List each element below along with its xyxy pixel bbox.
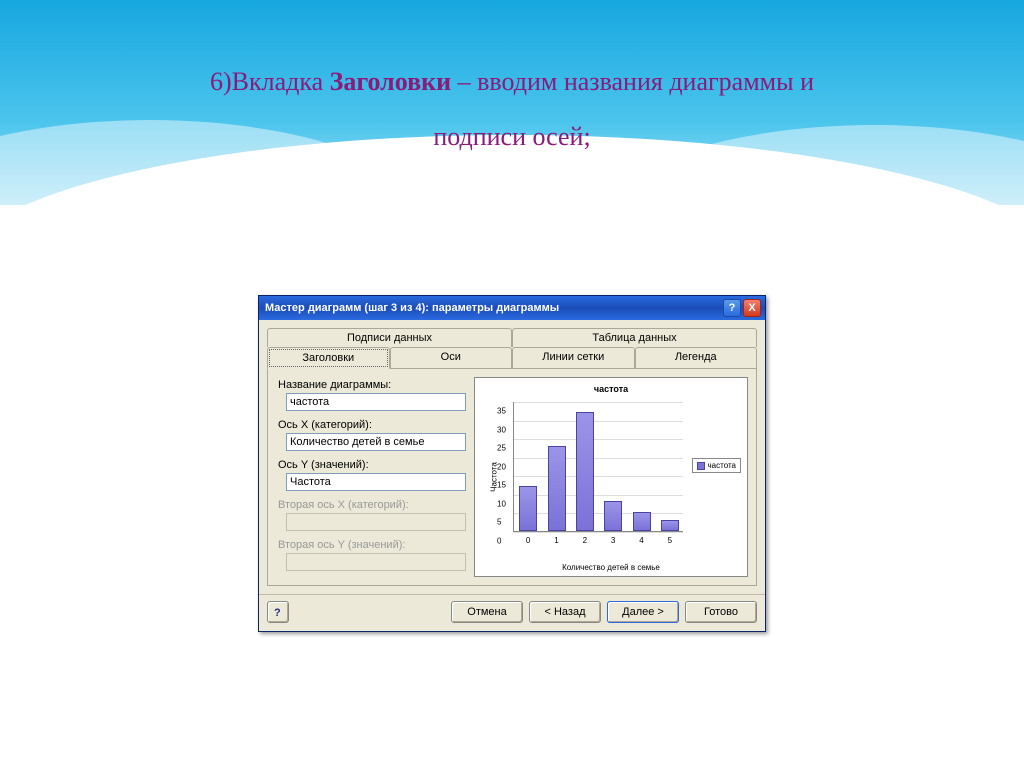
tab-panel: Название диаграммы: Ось X (категорий): О…: [267, 369, 757, 586]
chart-bar: [576, 412, 594, 531]
tab-axes[interactable]: Оси: [390, 347, 513, 369]
y-tick-label: 0: [497, 537, 501, 546]
tab-gridlines[interactable]: Линии сетки: [512, 347, 635, 369]
slide-title: 6)Вкладка Заголовки – вводим названия ди…: [0, 55, 1024, 164]
y-tick-label: 5: [497, 518, 501, 527]
x-tick-label: 2: [583, 536, 587, 545]
x-tick-label: 4: [639, 536, 643, 545]
chart-bar: [604, 501, 622, 531]
y2-axis-label: Вторая ось Y (значений):: [278, 539, 466, 551]
chart-bar: [519, 486, 537, 531]
back-button[interactable]: < Назад: [529, 601, 601, 623]
y-tick-label: 35: [497, 407, 506, 416]
chart-plot-area: 012345: [513, 402, 683, 532]
chart-title-label: Название диаграммы:: [278, 379, 466, 391]
x-axis-input[interactable]: [286, 433, 466, 451]
chart-x-label: Количество детей в семье: [475, 563, 747, 572]
y-tick-label: 30: [497, 425, 506, 434]
titlebar-close-button[interactable]: X: [743, 299, 761, 317]
x-tick-label: 3: [611, 536, 615, 545]
finish-button[interactable]: Готово: [685, 601, 757, 623]
cancel-button[interactable]: Отмена: [451, 601, 523, 623]
y2-axis-input: [286, 553, 466, 571]
legend-label: частота: [708, 461, 737, 470]
slide-title-prefix: 6)Вкладка: [210, 67, 330, 96]
dialog-title: Мастер диаграмм (шаг 3 из 4): параметры …: [265, 302, 559, 314]
next-button[interactable]: Далее >: [607, 601, 679, 623]
x-tick-label: 5: [668, 536, 672, 545]
gridline: [514, 476, 683, 477]
button-bar: ? Отмена < Назад Далее > Готово: [259, 594, 765, 631]
y-tick-label: 20: [497, 462, 506, 471]
slide-title-suffix: – вводим названия диаграммы и: [451, 67, 814, 96]
chart-preview: частота Частота 012345 частота Количеств…: [474, 377, 748, 577]
y-tick-label: 10: [497, 499, 506, 508]
gridline: [514, 439, 683, 440]
chart-bar: [548, 446, 566, 531]
tab-data-table[interactable]: Таблица данных: [512, 328, 757, 347]
tab-legend[interactable]: Легенда: [635, 347, 758, 369]
x-tick-label: 0: [526, 536, 530, 545]
y-tick-label: 25: [497, 444, 506, 453]
x-tick-label: 1: [554, 536, 558, 545]
chart-bar: [633, 512, 651, 531]
slide-title-line2: подписи осей;: [433, 122, 590, 151]
gridline: [514, 513, 683, 514]
y-tick-label: 15: [497, 481, 506, 490]
x2-axis-input: [286, 513, 466, 531]
x-axis-label: Ось X (категорий):: [278, 419, 466, 431]
svg-text:?: ?: [274, 607, 281, 619]
help-icon: ?: [271, 605, 285, 619]
chart-title-input[interactable]: [286, 393, 466, 411]
form-column: Название диаграммы: Ось X (категорий): О…: [276, 377, 466, 577]
x2-axis-label: Вторая ось X (категорий):: [278, 499, 466, 511]
slide-title-bold: Заголовки: [330, 67, 451, 96]
gridline: [514, 532, 683, 533]
titlebar-help-button[interactable]: ?: [723, 299, 741, 317]
gridline: [514, 402, 683, 403]
help-button[interactable]: ?: [267, 601, 289, 623]
tab-data-labels[interactable]: Подписи данных: [267, 328, 512, 347]
y-axis-input[interactable]: [286, 473, 466, 491]
chart-legend: частота: [692, 458, 742, 473]
gridline: [514, 458, 683, 459]
y-axis-label: Ось Y (значений):: [278, 459, 466, 471]
gridline: [514, 421, 683, 422]
chart-wizard-dialog: Мастер диаграмм (шаг 3 из 4): параметры …: [258, 295, 766, 632]
tab-titles[interactable]: Заголовки: [267, 347, 390, 369]
chart-preview-title: частота: [479, 384, 743, 394]
chart-bar: [661, 520, 679, 531]
gridline: [514, 495, 683, 496]
legend-swatch: [697, 462, 705, 470]
titlebar[interactable]: Мастер диаграмм (шаг 3 из 4): параметры …: [259, 296, 765, 320]
